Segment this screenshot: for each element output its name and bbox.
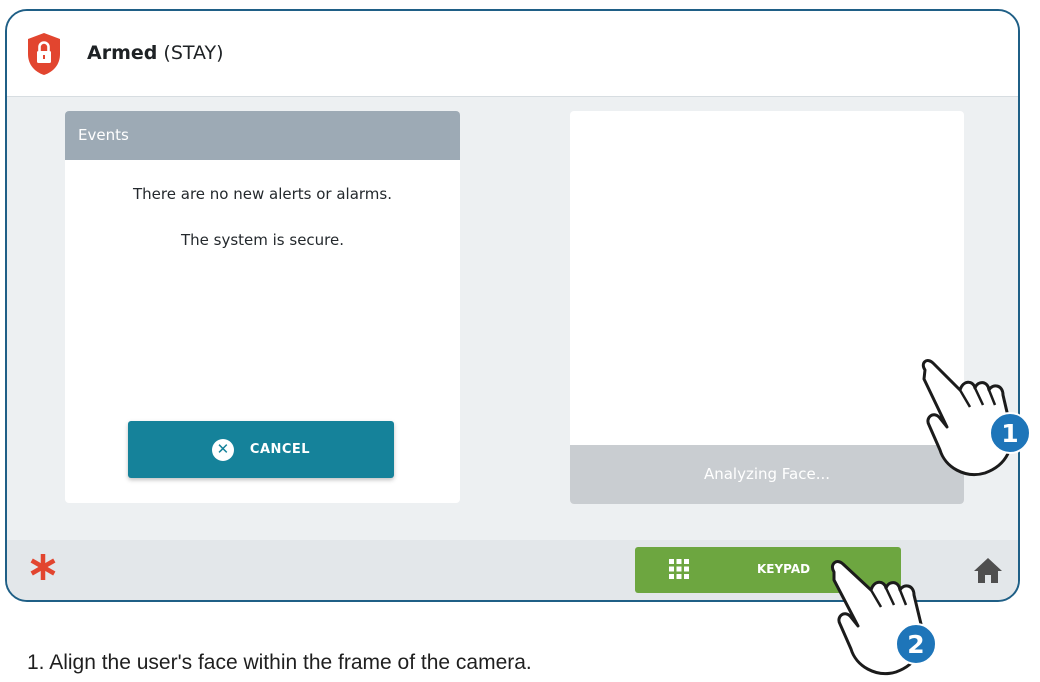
panel-screen: Armed (STAY) Events There are no new ale… — [5, 9, 1020, 602]
callout-2-number: 2 — [907, 630, 924, 659]
camera-view: Analyzing Face... — [570, 111, 964, 504]
events-header: Events — [65, 111, 460, 160]
face-analysis-status: Analyzing Face... — [570, 445, 964, 504]
pointing-hand-icon: 2 — [830, 560, 937, 675]
pointing-hand-icon: 1 — [921, 359, 1031, 476]
arming-status: Armed (STAY) — [87, 42, 224, 64]
home-icon[interactable] — [973, 555, 1003, 585]
events-card: Events There are no new alerts or alarms… — [65, 111, 460, 503]
asterisk-icon[interactable] — [28, 552, 58, 582]
lock-shield-icon — [28, 33, 60, 75]
cancel-label: CANCEL — [249, 442, 311, 457]
arming-mode: (STAY) — [163, 42, 224, 64]
callout-1-number: 1 — [1001, 419, 1018, 448]
instruction-step: 1. Align the user's face within the fram… — [27, 651, 532, 674]
arming-state: Armed — [87, 42, 158, 64]
secure-message: The system is secure. — [180, 231, 345, 249]
close-circle-icon: ✕ — [211, 438, 234, 461]
keypad-label: KEYPAD — [757, 562, 811, 576]
status-bar: Armed (STAY) — [7, 11, 1018, 97]
keypad-grid-icon — [669, 559, 689, 579]
no-alerts-message: There are no new alerts or alarms. — [133, 185, 392, 203]
cancel-button[interactable]: ✕ CANCEL — [128, 421, 394, 478]
